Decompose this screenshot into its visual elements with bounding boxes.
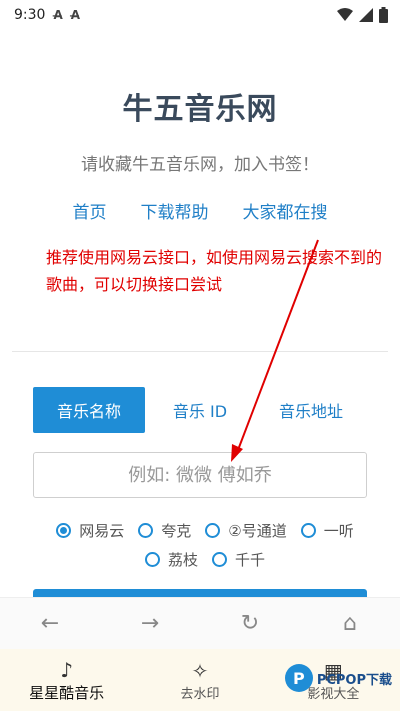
nav-link-download-help[interactable]: 下载帮助	[141, 198, 209, 223]
radio-label: 网易云	[79, 521, 125, 540]
source-radio-group: 网易云 夸克 ②号通道 一听 荔枝 千千	[40, 518, 370, 576]
status-right	[337, 7, 388, 23]
divider	[12, 351, 388, 352]
radio-row: 网易云 夸克 ②号通道 一听	[40, 518, 370, 542]
nav-link-trending-searches[interactable]: 大家都在搜	[243, 198, 328, 223]
watermark-text: PCPOP下载	[316, 672, 392, 688]
bottom-nav-label: 星星酷音乐	[29, 683, 105, 702]
music-note-icon: ♪	[60, 657, 74, 682]
battery-icon	[379, 7, 388, 23]
radio-channel-2[interactable]: ②号通道	[205, 520, 287, 541]
radio-qianqian[interactable]: 千千	[212, 549, 265, 570]
radio-unchecked-icon	[205, 522, 221, 538]
radio-label: 千千	[235, 550, 266, 569]
search-type-tabs: 音乐名称 音乐 ID 音乐地址	[33, 387, 367, 433]
browser-toolbar: ← → ↻ ⌂	[0, 597, 400, 649]
wifi-icon	[337, 8, 353, 21]
radio-unchecked-icon	[144, 551, 160, 567]
recommendation-note: 推荐使用网易云接口，如使用网易云搜索不到的歌曲，可以切换接口尝试	[46, 248, 383, 294]
page-subtitle: 请收藏牛五音乐网，加入书签！	[81, 155, 319, 175]
top-nav: 首页 下载帮助 大家都在搜	[0, 198, 400, 223]
status-time: 9:30	[14, 7, 46, 23]
tab-music-name[interactable]: 音乐名称	[33, 387, 145, 433]
radio-netease[interactable]: 网易云	[56, 520, 124, 541]
home-icon[interactable]: ⌂	[320, 611, 380, 636]
signal-icon	[359, 8, 373, 22]
watermark: P PCPOP下载	[284, 664, 392, 692]
forward-icon[interactable]: →	[120, 611, 180, 636]
watermark-logo: P	[284, 664, 313, 692]
radio-checked-icon	[56, 522, 72, 538]
bottom-nav-music[interactable]: ♪ 星星酷音乐	[0, 649, 133, 711]
a-icon: A̶	[53, 8, 63, 22]
bottom-nav-label: 去水印	[180, 686, 220, 702]
tab-music-id[interactable]: 音乐 ID	[145, 387, 255, 433]
nav-link-home[interactable]: 首页	[73, 198, 107, 223]
radio-quark[interactable]: 夸克	[138, 520, 191, 541]
status-bar: 9:30 A̶ A̶	[0, 0, 400, 30]
radio-unchecked-icon	[300, 522, 316, 538]
radio-label: 夸克	[161, 521, 192, 540]
radio-unchecked-icon	[138, 522, 154, 538]
radio-label: 荔枝	[167, 550, 198, 569]
radio-label: ②号通道	[228, 521, 287, 540]
search-button[interactable]	[33, 589, 367, 597]
status-left: 9:30 A̶ A̶	[14, 7, 80, 23]
radio-lizhi[interactable]: 荔枝	[144, 549, 198, 570]
radio-yiting[interactable]: 一听	[300, 520, 354, 541]
refresh-icon[interactable]: ↻	[220, 611, 280, 636]
radio-unchecked-icon	[212, 551, 227, 567]
radio-row: 荔枝 千千	[40, 547, 370, 571]
page-title: 牛五音乐网	[122, 92, 278, 127]
search-input[interactable]	[33, 452, 367, 498]
radio-label: 一听	[323, 521, 354, 540]
bottom-nav-watermark-remover[interactable]: ✧ 去水印	[133, 649, 266, 711]
magic-wand-icon: ✧	[191, 658, 209, 683]
back-icon[interactable]: ←	[20, 611, 80, 636]
a-icon: A̶	[70, 8, 81, 22]
tab-music-url[interactable]: 音乐地址	[255, 387, 367, 433]
